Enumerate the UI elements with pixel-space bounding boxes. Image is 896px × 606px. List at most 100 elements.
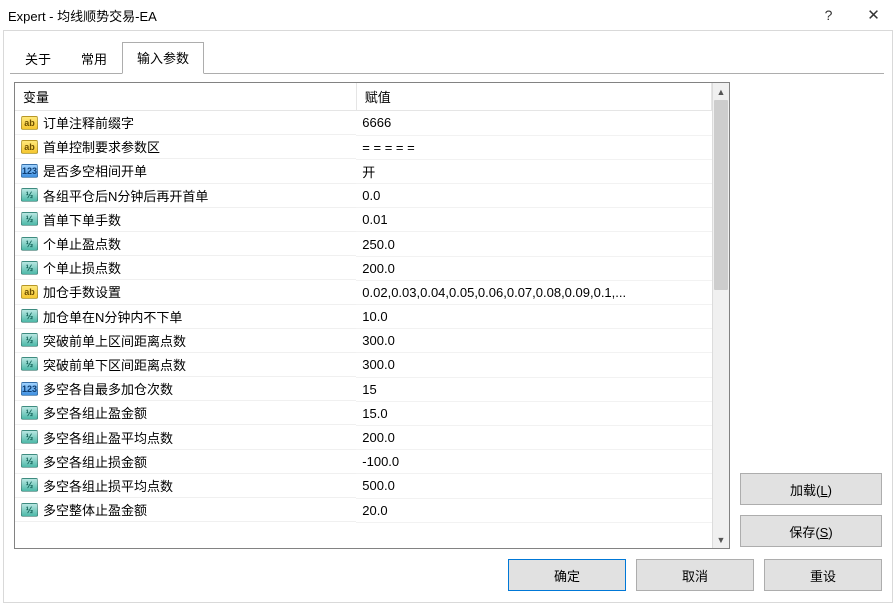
param-value-cell[interactable]: 开 bbox=[356, 159, 711, 183]
cancel-button[interactable]: 取消 bbox=[636, 559, 754, 591]
param-name-label: 多空各自最多加仓次数 bbox=[43, 379, 173, 398]
param-value-cell[interactable]: 200.0 bbox=[356, 256, 711, 280]
param-name-label: 首单下单手数 bbox=[43, 210, 121, 229]
param-name-cell[interactable]: 123 是否多空相间开单 bbox=[15, 159, 356, 183]
param-value-cell[interactable]: 10.0 bbox=[356, 305, 711, 329]
param-name-cell[interactable]: ½ 突破前单下区间距离点数 bbox=[15, 353, 356, 377]
v2-type-icon: ½ bbox=[21, 333, 38, 347]
ok-button[interactable]: 确定 bbox=[508, 559, 626, 591]
param-value-cell[interactable]: 500.0 bbox=[356, 474, 711, 498]
param-name-cell[interactable]: ½多空各组止盈金额 bbox=[15, 401, 356, 425]
param-name-label: 加仓单在N分钟内不下单 bbox=[43, 307, 182, 326]
vertical-scrollbar[interactable]: ▲ ▼ bbox=[712, 83, 729, 548]
scroll-thumb[interactable] bbox=[714, 100, 728, 290]
param-name-cell[interactable]: 123 多空各自最多加仓次数 bbox=[15, 377, 356, 401]
param-name-cell[interactable]: ½个单止损点数 bbox=[15, 256, 356, 280]
table-row[interactable]: ½ 突破前单下区间距离点数 300.0 bbox=[15, 353, 712, 377]
param-value-cell[interactable]: 6666 bbox=[356, 111, 711, 136]
table-row[interactable]: ½ 多空各组止盈平均点数 200.0 bbox=[15, 425, 712, 449]
param-name-cell[interactable]: ½多空整体止盈金额 bbox=[15, 498, 356, 522]
param-name-label: 首单控制要求参数区 bbox=[43, 137, 160, 156]
load-label-suffix: ) bbox=[828, 483, 832, 498]
param-value-cell[interactable]: 0.01 bbox=[356, 208, 711, 232]
param-value-cell[interactable]: 20.0 bbox=[356, 498, 711, 522]
table-row[interactable]: 123 多空各自最多加仓次数 15 bbox=[15, 377, 712, 401]
save-label-prefix: 保存( bbox=[789, 525, 819, 540]
table-row[interactable]: 123 是否多空相间开单 开 bbox=[15, 159, 712, 183]
param-value-cell[interactable]: 15.0 bbox=[356, 401, 711, 425]
scroll-down-icon[interactable]: ▼ bbox=[713, 531, 729, 548]
param-name-label: 多空各组止损平均点数 bbox=[43, 476, 173, 495]
param-name-cell[interactable]: ½个单止盈点数 bbox=[15, 232, 356, 256]
table-row[interactable]: ½ 突破前单上区间距离点数 300.0 bbox=[15, 329, 712, 353]
123-type-icon: 123 bbox=[21, 164, 38, 178]
param-value-cell[interactable]: 300.0 bbox=[356, 353, 711, 377]
param-value-cell[interactable]: = = = = = bbox=[356, 135, 711, 159]
v2-type-icon: ½ bbox=[21, 430, 38, 444]
table-row[interactable]: ab订单注释前缀字6666 bbox=[15, 111, 712, 136]
param-name-cell[interactable]: ½ 各组平仓后N分钟后再开首单 bbox=[15, 184, 356, 208]
tab-row: 关于常用输入参数 bbox=[4, 31, 892, 74]
ab-type-icon: ab bbox=[21, 116, 38, 130]
ab-type-icon: ab bbox=[21, 285, 38, 299]
param-name-label: 是否多空相间开单 bbox=[43, 161, 147, 180]
param-value-cell[interactable]: 250.0 bbox=[356, 232, 711, 256]
column-header-name[interactable]: 变量 bbox=[15, 83, 356, 111]
param-name-label: 多空各组止盈平均点数 bbox=[43, 428, 173, 447]
param-name-label: 各组平仓后N分钟后再开首单 bbox=[43, 186, 208, 205]
table-row[interactable]: ½ 多空各组止损平均点数 500.0 bbox=[15, 474, 712, 498]
param-value-cell[interactable]: 300.0 bbox=[356, 329, 711, 353]
table-row[interactable]: ½加仓单在N分钟内不下单10.0 bbox=[15, 305, 712, 329]
reset-button[interactable]: 重设 bbox=[764, 559, 882, 591]
table-row[interactable]: ½ 各组平仓后N分钟后再开首单 0.0 bbox=[15, 184, 712, 208]
table-row[interactable]: ½个单止损点数200.0 bbox=[15, 256, 712, 280]
bottom-button-row: 确定 取消 重设 bbox=[4, 559, 892, 601]
v2-type-icon: ½ bbox=[21, 357, 38, 371]
param-name-cell[interactable]: ½首单下单手数 bbox=[15, 208, 356, 232]
param-name-label: 加仓手数设置 bbox=[43, 282, 121, 301]
param-name-cell[interactable]: ½ 多空各组止盈平均点数 bbox=[15, 425, 356, 449]
close-icon[interactable]: ✕ bbox=[851, 0, 896, 30]
save-label-suffix: ) bbox=[828, 525, 832, 540]
v2-type-icon: ½ bbox=[21, 237, 38, 251]
table-row[interactable]: ½首单下单手数0.01 bbox=[15, 208, 712, 232]
tab-2[interactable]: 输入参数 bbox=[122, 42, 204, 74]
param-name-label: 个单止损点数 bbox=[43, 258, 121, 277]
param-value-cell[interactable]: 15 bbox=[356, 377, 711, 401]
param-name-cell[interactable]: ab订单注释前缀字 bbox=[15, 111, 356, 135]
param-name-cell[interactable]: ½ 突破前单上区间距离点数 bbox=[15, 329, 356, 353]
save-button[interactable]: 保存(S) bbox=[740, 515, 882, 547]
param-name-label: 多空各组止损金额 bbox=[43, 452, 147, 471]
param-value-cell[interactable]: 0.02,0.03,0.04,0.05,0.06,0.07,0.08,0.09,… bbox=[356, 280, 711, 304]
table-row[interactable]: ab 加仓手数设置 0.02,0.03,0.04,0.05,0.06,0.07,0.… bbox=[15, 280, 712, 304]
param-name-cell[interactable]: ½ 多空各组止损金额 bbox=[15, 450, 356, 474]
help-icon[interactable]: ? bbox=[806, 0, 851, 30]
param-name-cell[interactable]: ab 加仓手数设置 bbox=[15, 280, 356, 304]
table-row[interactable]: ½多空各组止盈金额15.0 bbox=[15, 401, 712, 425]
123-type-icon: 123 bbox=[21, 382, 38, 396]
side-button-column: 加载(L) 保存(S) bbox=[740, 82, 882, 549]
scroll-up-icon[interactable]: ▲ bbox=[713, 83, 729, 100]
param-value-cell[interactable]: 0.0 bbox=[356, 184, 711, 208]
param-value-cell[interactable]: -100.0 bbox=[356, 450, 711, 474]
v2-type-icon: ½ bbox=[21, 188, 38, 202]
table-row[interactable]: ½ 多空各组止损金额 -100.0 bbox=[15, 450, 712, 474]
v2-type-icon: ½ bbox=[21, 503, 38, 517]
param-name-label: 突破前单下区间距离点数 bbox=[43, 355, 186, 374]
param-name-cell[interactable]: ab首单控制要求参数区 bbox=[15, 135, 356, 159]
tab-1[interactable]: 常用 bbox=[66, 43, 122, 74]
window-title: Expert - 均线顺势交易-EA bbox=[8, 6, 806, 25]
v2-type-icon: ½ bbox=[21, 478, 38, 492]
v2-type-icon: ½ bbox=[21, 454, 38, 468]
column-header-value[interactable]: 赋值 bbox=[356, 83, 711, 111]
table-row[interactable]: ½多空整体止盈金额20.0 bbox=[15, 498, 712, 522]
param-value-cell[interactable]: 200.0 bbox=[356, 425, 711, 449]
param-name-cell[interactable]: ½加仓单在N分钟内不下单 bbox=[15, 305, 356, 329]
tab-0[interactable]: 关于 bbox=[10, 43, 66, 74]
table-row[interactable]: ½个单止盈点数250.0 bbox=[15, 232, 712, 256]
scroll-track[interactable] bbox=[713, 100, 729, 531]
param-name-cell[interactable]: ½ 多空各组止损平均点数 bbox=[15, 474, 356, 498]
param-name-label: 突破前单上区间距离点数 bbox=[43, 331, 186, 350]
load-button[interactable]: 加载(L) bbox=[740, 473, 882, 505]
table-row[interactable]: ab首单控制要求参数区= = = = = bbox=[15, 135, 712, 159]
